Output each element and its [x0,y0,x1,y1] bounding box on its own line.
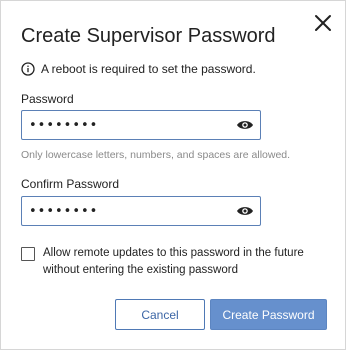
password-field [21,110,261,140]
reboot-notice: A reboot is required to set the password… [21,62,256,76]
confirm-password-label: Confirm Password [21,177,120,191]
remote-updates-option: Allow remote updates to this password in… [21,245,333,279]
create-supervisor-password-dialog: Create Supervisor Password A reboot is r… [0,0,346,350]
eye-icon[interactable] [236,205,254,217]
password-input[interactable] [29,117,229,133]
close-icon[interactable] [311,11,335,35]
confirm-password-field [21,196,261,226]
info-icon [21,62,35,76]
password-label: Password [21,92,74,106]
remote-updates-label[interactable]: Allow remote updates to this password in… [43,245,333,279]
dialog-title: Create Supervisor Password [21,25,276,47]
password-hint: Only lowercase letters, numbers, and spa… [21,149,291,161]
cancel-button[interactable]: Cancel [115,299,205,330]
remote-updates-checkbox[interactable] [21,247,35,261]
create-password-button[interactable]: Create Password [210,299,327,330]
confirm-password-input[interactable] [29,203,229,219]
reboot-notice-text: A reboot is required to set the password… [41,62,256,76]
eye-icon[interactable] [236,119,254,131]
